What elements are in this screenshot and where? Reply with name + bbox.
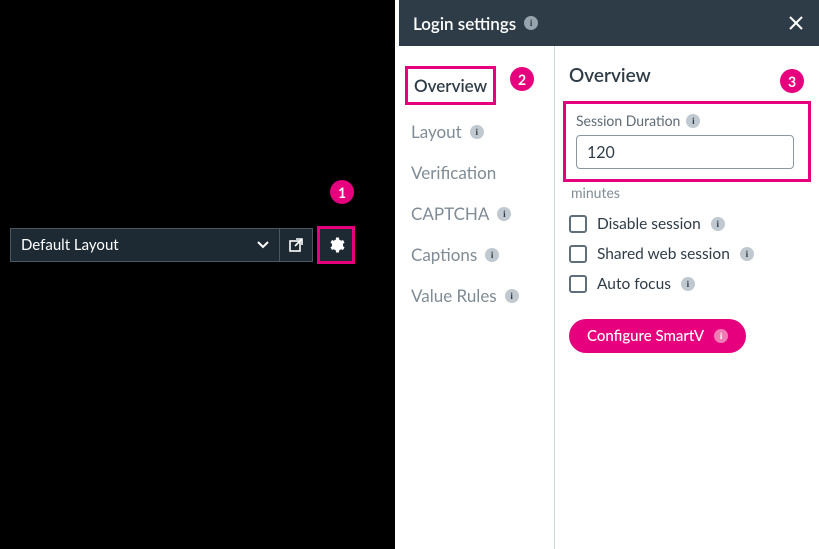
open-external-button[interactable] xyxy=(279,228,313,262)
gear-icon xyxy=(327,236,345,254)
session-duration-label: Session Duration xyxy=(576,112,680,129)
session-duration-input[interactable] xyxy=(576,135,794,169)
tab-captcha-label: CAPTCHA xyxy=(411,203,489,224)
info-icon: i xyxy=(714,329,728,343)
session-duration-highlight: Session Duration i xyxy=(563,101,811,182)
configure-smartv-button[interactable]: Configure SmartV i xyxy=(569,319,746,353)
tabs-column: Overview Layout i Verification CAPTCHA i… xyxy=(399,46,555,549)
content-column: Overview Session Duration i minutes Disa… xyxy=(555,46,819,549)
auto-focus-checkbox[interactable] xyxy=(569,275,587,293)
info-icon[interactable]: i xyxy=(740,247,754,261)
tab-value-rules-label: Value Rules xyxy=(411,285,497,306)
close-icon xyxy=(787,14,805,32)
content-heading: Overview xyxy=(569,64,805,87)
close-button[interactable] xyxy=(787,14,805,32)
tab-verification[interactable]: Verification xyxy=(409,152,544,193)
tab-overview-highlight: Overview xyxy=(405,66,496,105)
info-icon[interactable]: i xyxy=(524,16,538,30)
disable-session-checkbox[interactable] xyxy=(569,215,587,233)
login-settings-modal: Login settings i Overview Layout i Verif… xyxy=(399,0,819,549)
modal-header: Login settings i xyxy=(399,0,819,46)
layout-select[interactable]: Default Layout xyxy=(10,228,280,262)
tab-captions-label: Captions xyxy=(411,244,477,265)
session-duration-unit: minutes xyxy=(571,184,805,201)
layout-toolbar: Default Layout xyxy=(10,228,353,262)
layout-select-value: Default Layout xyxy=(21,236,119,254)
settings-button[interactable] xyxy=(319,228,353,262)
external-link-icon xyxy=(288,237,304,253)
info-icon[interactable]: i xyxy=(470,125,484,139)
callout-badge-3: 3 xyxy=(780,69,804,93)
auto-focus-label: Auto focus xyxy=(597,275,671,293)
chevron-down-icon xyxy=(257,239,269,251)
shared-web-session-checkbox[interactable] xyxy=(569,245,587,263)
info-icon[interactable]: i xyxy=(711,217,725,231)
info-icon[interactable]: i xyxy=(681,277,695,291)
info-icon[interactable]: i xyxy=(686,114,700,128)
tab-captions[interactable]: Captions i xyxy=(409,234,544,275)
modal-title: Login settings xyxy=(413,13,516,34)
tab-captcha[interactable]: CAPTCHA i xyxy=(409,193,544,234)
tab-value-rules[interactable]: Value Rules i xyxy=(409,275,544,316)
info-icon[interactable]: i xyxy=(497,207,511,221)
callout-badge-1: 1 xyxy=(330,180,354,204)
tab-layout[interactable]: Layout i xyxy=(409,111,544,152)
shared-web-session-label: Shared web session xyxy=(597,245,730,263)
tab-layout-label: Layout xyxy=(411,121,462,142)
tab-overview[interactable]: Overview xyxy=(414,75,487,96)
callout-badge-2: 2 xyxy=(510,67,534,91)
configure-smartv-label: Configure SmartV xyxy=(587,327,704,345)
tab-verification-label: Verification xyxy=(411,162,496,183)
tab-overview-label: Overview xyxy=(414,75,487,96)
disable-session-label: Disable session xyxy=(597,215,701,233)
left-dark-area: Default Layout 1 xyxy=(0,0,395,549)
info-icon[interactable]: i xyxy=(485,248,499,262)
info-icon[interactable]: i xyxy=(505,289,519,303)
